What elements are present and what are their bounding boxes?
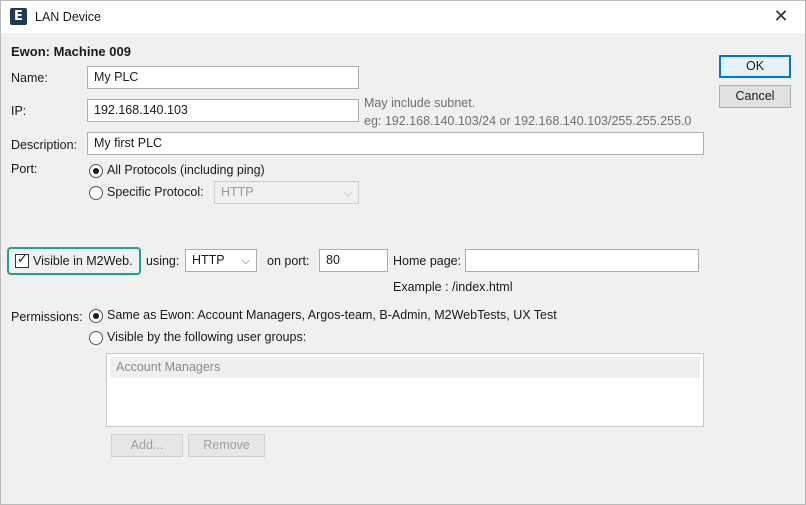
user-groups-list[interactable]: Account Managers xyxy=(106,353,704,427)
title-bar: E LAN Device ✕ xyxy=(1,1,805,33)
m2web-port-input[interactable]: 80 xyxy=(319,249,388,272)
close-icon: ✕ xyxy=(773,6,789,27)
check-icon: ✓ xyxy=(17,252,28,267)
permissions-groups-radio[interactable] xyxy=(89,331,103,345)
permissions-label: Permissions: xyxy=(11,310,83,324)
ewon-app-icon: E xyxy=(10,8,27,25)
on-port-label: on port: xyxy=(267,254,310,268)
name-label: Name: xyxy=(11,71,48,85)
home-page-example: Example : /index.html xyxy=(393,280,513,294)
description-label: Description: xyxy=(11,138,77,152)
window-title: LAN Device xyxy=(35,10,101,24)
ip-hint-line2: eg: 192.168.140.103/24 or 192.168.140.10… xyxy=(364,114,692,128)
name-input[interactable]: My PLC xyxy=(87,66,359,89)
home-page-input[interactable] xyxy=(465,249,699,272)
home-page-label: Home page: xyxy=(393,254,462,268)
add-group-button[interactable]: Add... xyxy=(111,434,183,457)
description-input[interactable]: My first PLC xyxy=(87,132,704,155)
m2web-protocol-select[interactable]: HTTP ⌵ xyxy=(185,249,257,272)
port-all-label[interactable]: All Protocols (including ping) xyxy=(107,163,265,177)
specific-protocol-value: HTTP xyxy=(221,185,254,199)
ip-input[interactable]: 192.168.140.103 xyxy=(87,99,359,122)
chevron-down-icon: ⌵ xyxy=(241,254,250,267)
visible-m2web-label[interactable]: Visible in M2Web. xyxy=(33,254,133,268)
ok-button[interactable]: OK xyxy=(719,55,791,78)
list-item[interactable]: Account Managers xyxy=(110,357,700,378)
permissions-same-radio[interactable] xyxy=(89,309,103,323)
port-label: Port: xyxy=(11,162,38,176)
port-all-radio[interactable] xyxy=(89,164,103,178)
close-button[interactable]: ✕ xyxy=(761,3,801,31)
specific-protocol-select[interactable]: HTTP ⌵ xyxy=(214,181,359,204)
port-specific-radio[interactable] xyxy=(89,186,103,200)
remove-group-button[interactable]: Remove xyxy=(188,434,265,457)
lan-device-dialog: E LAN Device ✕ Ewon: Machine 009 Name: M… xyxy=(0,0,806,505)
visible-m2web-checkbox[interactable]: ✓ xyxy=(15,252,29,268)
device-heading: Ewon: Machine 009 xyxy=(11,44,131,59)
permissions-same-label[interactable]: Same as Ewon: Account Managers, Argos-te… xyxy=(107,308,557,322)
ip-hint-line1: May include subnet. xyxy=(364,96,476,110)
m2web-protocol-value: HTTP xyxy=(192,253,225,267)
port-specific-label[interactable]: Specific Protocol: xyxy=(107,185,204,199)
ip-label: IP: xyxy=(11,104,27,118)
chevron-down-icon: ⌵ xyxy=(343,186,352,199)
using-label: using: xyxy=(146,254,180,268)
permissions-groups-label[interactable]: Visible by the following user groups: xyxy=(107,330,306,344)
cancel-button[interactable]: Cancel xyxy=(719,85,791,108)
